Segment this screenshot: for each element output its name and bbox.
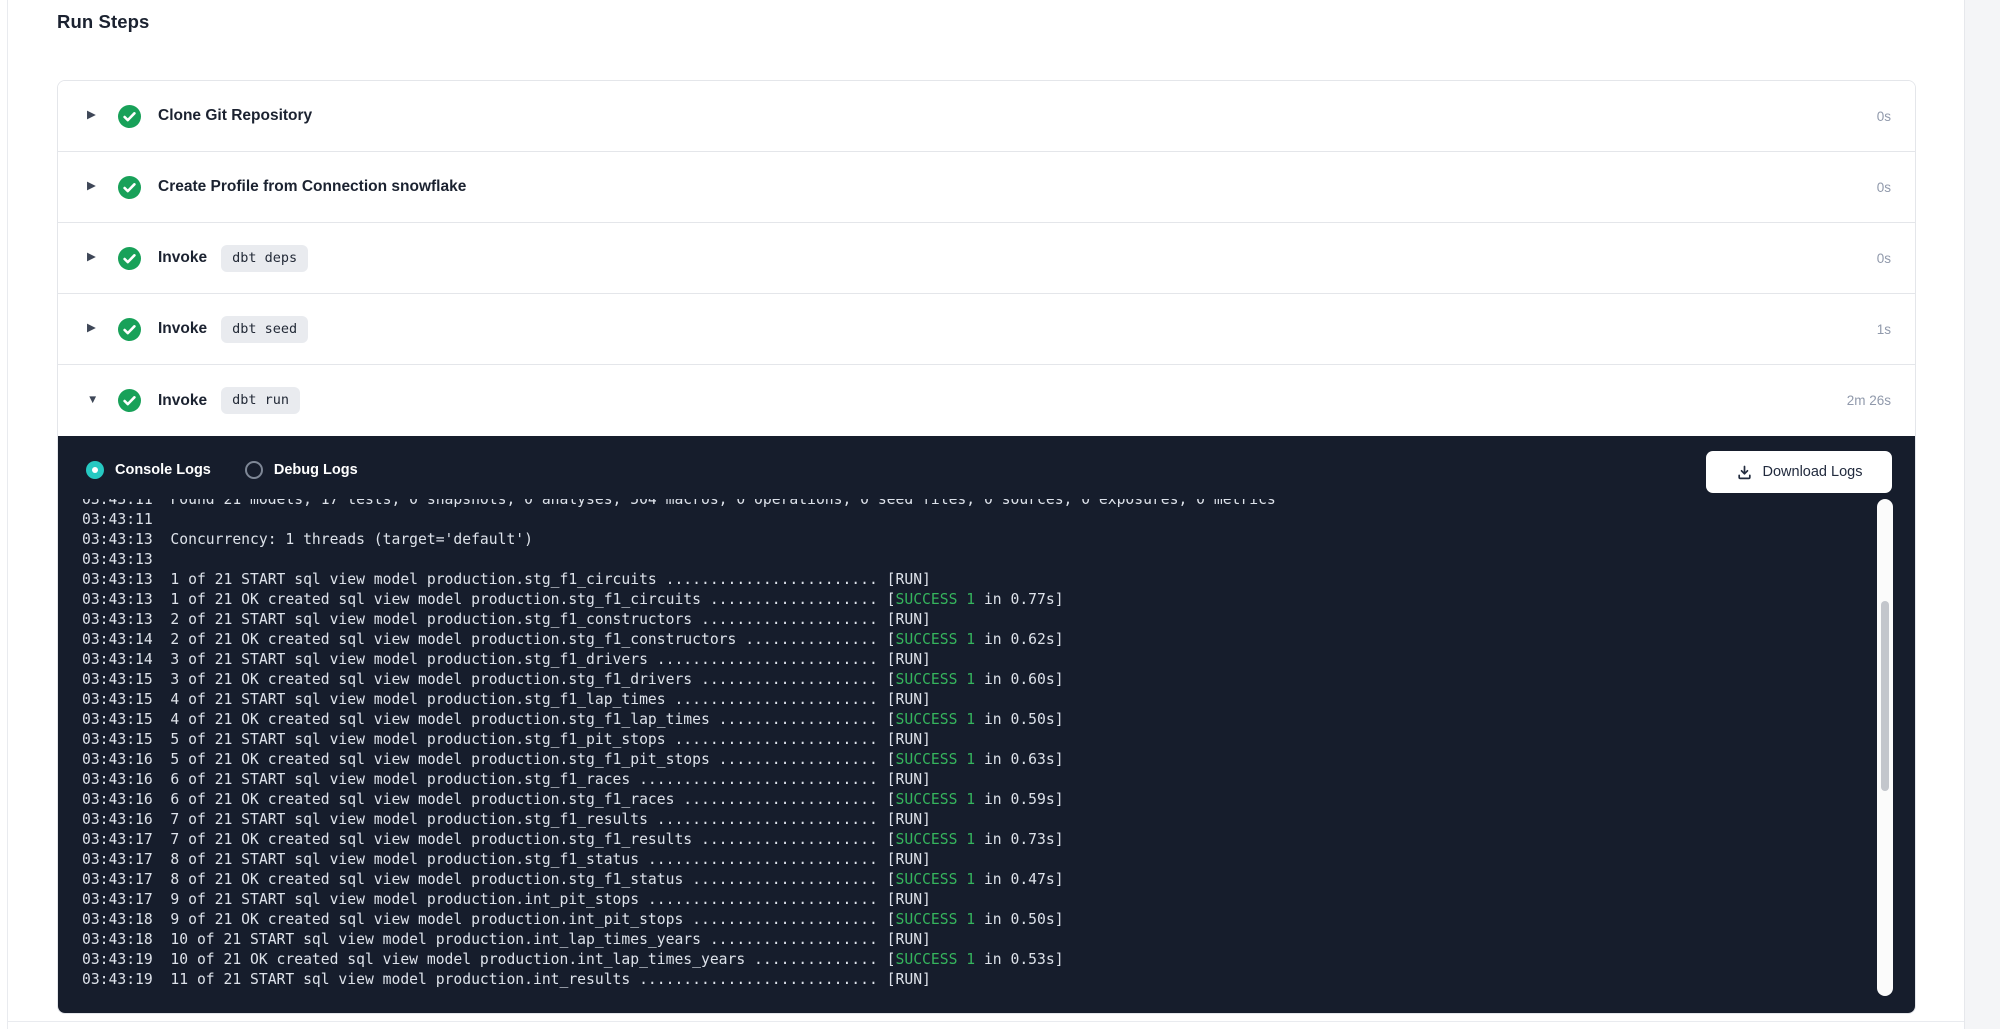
download-logs-label: Download Logs — [1763, 464, 1863, 480]
log-line: 03:43:18 9 of 21 OK created sql view mod… — [82, 910, 1862, 930]
log-line: 03:43:19 11 of 21 START sql view model p… — [82, 970, 1862, 990]
step-duration: 1s — [1877, 322, 1891, 337]
log-line: 03:43:16 6 of 21 START sql view model pr… — [82, 770, 1862, 790]
log-line: 03:43:15 5 of 21 START sql view model pr… — [82, 730, 1862, 750]
log-status-success: SUCCESS 1 — [896, 791, 976, 808]
step-list: ▶ Clone Git Repository 0s ▶ Create Profile f… — [58, 81, 1915, 436]
log-line: 03:43:16 5 of 21 OK created sql view mod… — [82, 750, 1862, 770]
log-line: 03:43:19 10 of 21 OK created sql view mo… — [82, 950, 1862, 970]
log-line: 03:43:16 6 of 21 OK created sql view mod… — [82, 790, 1862, 810]
log-line: 03:43:11 Found 21 models, 17 tests, 0 sn… — [82, 499, 1862, 510]
log-status-success: SUCCESS 1 — [896, 911, 976, 928]
log-line: 03:43:16 7 of 21 START sql view model pr… — [82, 810, 1862, 830]
step-row[interactable]: ▶ Clone Git Repository 0s — [58, 81, 1915, 152]
success-check-icon — [118, 247, 141, 270]
log-line: 03:43:13 Concurrency: 1 threads (target=… — [82, 530, 1862, 550]
log-status-success: SUCCESS 1 — [896, 831, 976, 848]
step-command-chip: dbt deps — [221, 245, 308, 272]
page-title: Run Steps — [57, 11, 149, 33]
log-status-success: SUCCESS 1 — [896, 951, 976, 968]
step-title: Invoke — [158, 249, 207, 267]
success-check-icon — [118, 176, 141, 199]
step-title: Invoke — [158, 320, 207, 338]
log-line: 03:43:17 8 of 21 OK created sql view mod… — [82, 870, 1862, 890]
radio-unselected-icon[interactable] — [245, 461, 263, 479]
log-tab-label: Console Logs — [115, 462, 211, 478]
log-panel: Console Logs Debug Logs Download Logs 03:… — [58, 436, 1915, 1013]
log-line: 03:43:18 10 of 21 START sql view model p… — [82, 930, 1862, 950]
log-line: 03:43:13 1 of 21 START sql view model pr… — [82, 570, 1862, 590]
step-title: Create Profile from Connection snowflake — [158, 178, 466, 196]
step-duration: 0s — [1877, 109, 1891, 124]
success-check-icon — [118, 105, 141, 128]
step-command-chip: dbt run — [221, 387, 300, 414]
log-status-success: SUCCESS 1 — [896, 871, 976, 888]
log-line: 03:43:13 — [82, 550, 1862, 570]
step-duration: 0s — [1877, 251, 1891, 266]
download-logs-button[interactable]: Download Logs — [1706, 451, 1892, 493]
success-check-icon — [118, 318, 141, 341]
chevron-down-icon[interactable]: ▼ — [87, 395, 100, 407]
step-title: Clone Git Repository — [158, 107, 312, 125]
log-line: 03:43:15 4 of 21 START sql view model pr… — [82, 690, 1862, 710]
step-row[interactable]: ▶ Invoke dbt seed 1s — [58, 294, 1915, 365]
log-tab-console-logs[interactable]: Console Logs — [86, 461, 211, 479]
console-log-output[interactable]: 03:43:11 Found 21 models, 17 tests, 0 sn… — [82, 499, 1862, 999]
log-line: 03:43:15 4 of 21 OK created sql view mod… — [82, 710, 1862, 730]
step-row[interactable]: ▼ Invoke dbt run 2m 26s — [58, 365, 1915, 436]
log-line: 03:43:15 3 of 21 OK created sql view mod… — [82, 670, 1862, 690]
chevron-right-icon[interactable]: ▶ — [87, 252, 100, 264]
log-status-success: SUCCESS 1 — [896, 631, 976, 648]
step-title: Invoke — [158, 392, 207, 410]
right-gutter — [1964, 0, 2000, 1029]
log-status-success: SUCCESS 1 — [896, 671, 976, 688]
log-tab-debug-logs[interactable]: Debug Logs — [245, 461, 358, 479]
log-tab-label: Debug Logs — [274, 462, 358, 478]
radio-selected-icon[interactable] — [86, 461, 104, 479]
chevron-right-icon[interactable]: ▶ — [87, 323, 100, 335]
step-duration: 2m 26s — [1847, 393, 1891, 408]
log-line: 03:43:17 7 of 21 OK created sql view mod… — [82, 830, 1862, 850]
log-scrollbar-thumb[interactable] — [1881, 601, 1889, 791]
log-status-success: SUCCESS 1 — [896, 751, 976, 768]
log-line: 03:43:14 2 of 21 OK created sql view mod… — [82, 630, 1862, 650]
step-row[interactable]: ▶ Invoke dbt deps 0s — [58, 223, 1915, 294]
log-status-success: SUCCESS 1 — [896, 711, 976, 728]
chevron-right-icon[interactable]: ▶ — [87, 181, 100, 193]
log-line: 03:43:13 1 of 21 OK created sql view mod… — [82, 590, 1862, 610]
log-line: 03:43:17 8 of 21 START sql view model pr… — [82, 850, 1862, 870]
success-check-icon — [118, 389, 141, 412]
log-line: 03:43:14 3 of 21 START sql view model pr… — [82, 650, 1862, 670]
step-duration: 0s — [1877, 180, 1891, 195]
download-icon — [1736, 464, 1753, 481]
log-line: 03:43:13 2 of 21 START sql view model pr… — [82, 610, 1862, 630]
log-line: 03:43:11 — [82, 510, 1862, 530]
log-scrollbar-track[interactable] — [1877, 499, 1893, 996]
run-steps-card: ▶ Clone Git Repository 0s ▶ Create Profile f… — [57, 80, 1916, 1014]
log-line: 03:43:17 9 of 21 START sql view model pr… — [82, 890, 1862, 910]
log-status-success: SUCCESS 1 — [896, 591, 976, 608]
left-divider — [7, 0, 8, 1029]
step-row[interactable]: ▶ Create Profile from Connection snowflak… — [58, 152, 1915, 223]
step-command-chip: dbt seed — [221, 316, 308, 343]
chevron-right-icon[interactable]: ▶ — [87, 110, 100, 122]
log-type-radios: Console Logs Debug Logs — [86, 461, 358, 479]
bottom-divider — [8, 1021, 1964, 1022]
